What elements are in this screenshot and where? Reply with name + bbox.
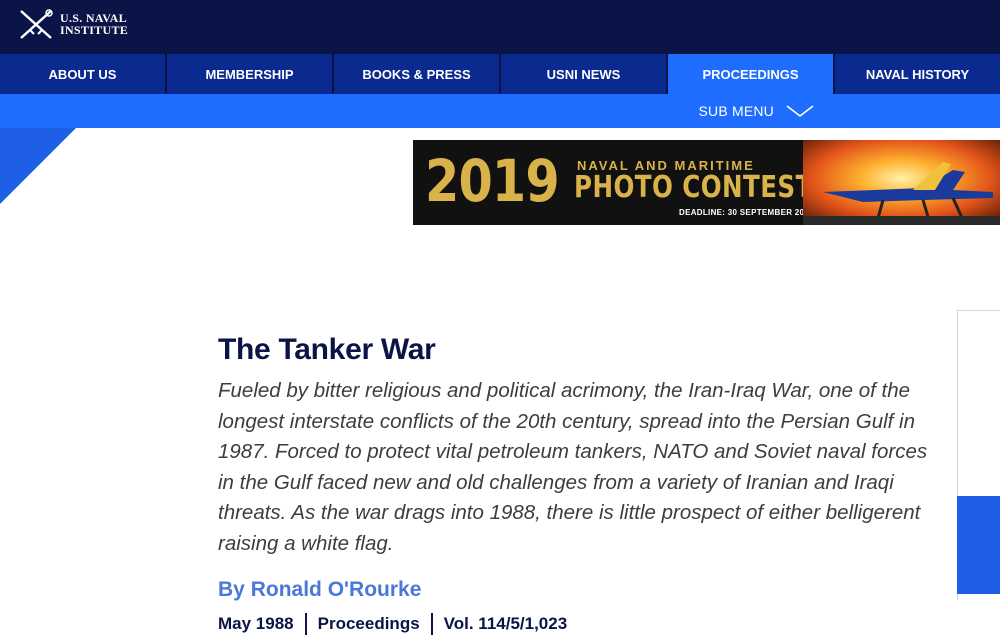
photo-contest-banner[interactable]: 2019 NAVAL AND MARITIME PHOTO CONTEST DE…	[413, 140, 1000, 225]
main-nav: ABOUT US MEMBERSHIP BOOKS & PRESS USNI N…	[0, 54, 1000, 94]
chevron-down-icon	[786, 105, 814, 118]
meta-publication[interactable]: Proceedings	[318, 613, 420, 635]
crossed-swords-icon	[20, 9, 53, 39]
article: The Tanker War Fueled by bitter religiou…	[218, 332, 933, 635]
nav-item-books-press[interactable]: BOOKS & PRESS	[334, 54, 501, 94]
nav-item-membership[interactable]: MEMBERSHIP	[167, 54, 334, 94]
nav-item-naval-history[interactable]: NAVAL HISTORY	[835, 54, 1000, 94]
site-header: U.S. NAVAL INSTITUTE	[0, 0, 1000, 54]
article-deck: Fueled by bitter religious and political…	[218, 379, 928, 555]
nav-item-about-us[interactable]: ABOUT US	[0, 54, 167, 94]
nav-item-proceedings[interactable]: PROCEEDINGS	[668, 54, 835, 94]
logo-line-2: INSTITUTE	[60, 23, 129, 37]
byline-prefix: By	[218, 578, 245, 601]
author-link[interactable]: Ronald O'Rourke	[251, 578, 422, 601]
article-title: The Tanker War	[218, 333, 436, 366]
article-meta: May 1988 Proceedings Vol. 114/5/1,023	[218, 613, 933, 635]
banner-deadline: DEADLINE: 30 SEPTEMBER 2019	[679, 208, 814, 217]
article-byline: By Ronald O'Rourke	[218, 577, 933, 603]
banner-title: PHOTO CONTEST	[574, 170, 813, 205]
submenu-bar[interactable]: SUB MENU	[0, 94, 1000, 128]
nav-item-usni-news[interactable]: USNI NEWS	[501, 54, 668, 94]
side-panel-accent[interactable]	[957, 496, 1000, 594]
submenu-label: SUB MENU	[698, 103, 774, 119]
meta-date: May 1988	[218, 614, 294, 633]
meta-separator	[430, 613, 433, 635]
jet-fireball-image	[803, 140, 1000, 225]
meta-volume[interactable]: Vol. 114/5/1,023	[444, 613, 568, 635]
banner-year: 2019	[425, 147, 560, 215]
meta-separator	[304, 613, 307, 635]
logo-wordmark: U.S. NAVAL INSTITUTE	[60, 12, 128, 36]
corner-decoration	[0, 128, 76, 204]
usni-logo[interactable]: U.S. NAVAL INSTITUTE	[18, 8, 128, 40]
